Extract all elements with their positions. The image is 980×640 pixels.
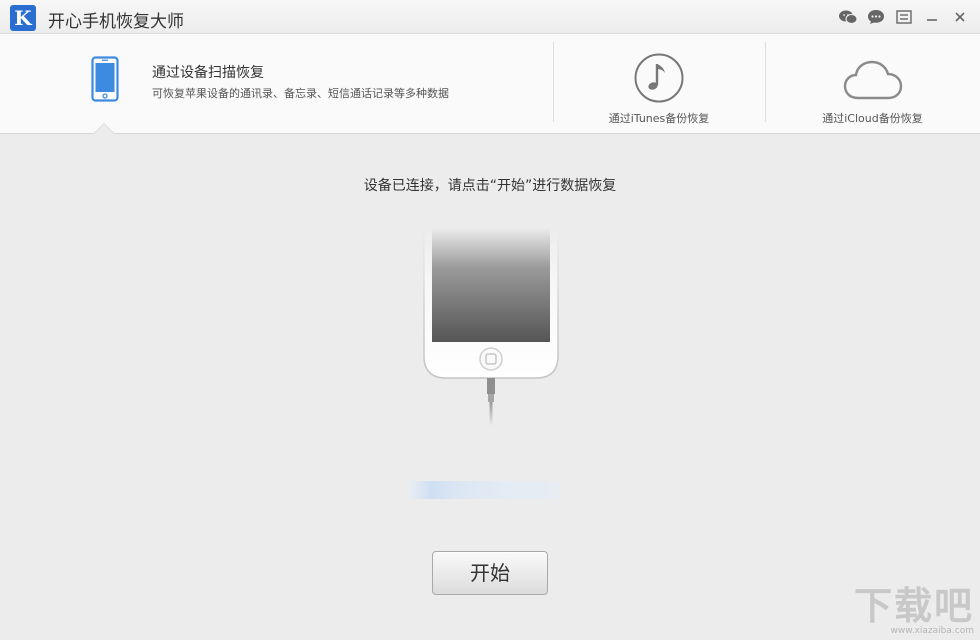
tab-itunes-label: 通过iTunes备份恢复 (608, 112, 710, 125)
app-title: 开心手机恢复大师 (48, 12, 184, 32)
phone-icon (91, 56, 119, 106)
main-content: 设备已连接，请点击“开始”进行数据恢复 开始 下载吧 www.xiazaiba.… (0, 134, 980, 640)
minimize-icon[interactable] (922, 8, 942, 26)
tab-itunes-backup[interactable]: 通过iTunes备份恢复 (553, 34, 765, 134)
recovery-mode-tabs: 通过设备扫描恢复 可恢复苹果设备的通讯录、备忘录、短信通话记录等多种数据 通过i… (0, 34, 980, 134)
tab-device-scan-title: 通过设备扫描恢复 (152, 65, 264, 81)
menu-icon[interactable] (894, 8, 914, 26)
connected-phone-illustration (420, 227, 562, 432)
chat-icon[interactable] (866, 8, 886, 26)
active-tab-indicator-fill (94, 124, 114, 134)
tab-device-scan-description: 可恢复苹果设备的通讯录、备忘录、短信通话记录等多种数据 (152, 87, 449, 100)
progress-bar (409, 481, 561, 499)
close-icon[interactable] (950, 8, 970, 26)
tab-icloud-label: 通过iCloud备份恢复 (822, 112, 923, 125)
app-logo-icon: K (10, 5, 36, 31)
connection-status-text: 设备已连接，请点击“开始”进行数据恢复 (363, 178, 617, 194)
cloud-icon (842, 58, 904, 106)
window-controls (838, 8, 970, 26)
wechat-icon[interactable] (838, 8, 858, 26)
start-button[interactable]: 开始 (432, 551, 548, 595)
title-bar: K 开心手机恢复大师 (0, 0, 980, 34)
tab-device-scan[interactable]: 通过设备扫描恢复 可恢复苹果设备的通讯录、备忘录、短信通话记录等多种数据 (0, 34, 553, 134)
tab-icloud-backup[interactable]: 通过iCloud备份恢复 (765, 34, 980, 134)
watermark-main: 下载吧 (853, 584, 974, 628)
music-note-icon (633, 52, 685, 108)
watermark: 下载吧 www.xiazaiba.com (838, 586, 974, 636)
